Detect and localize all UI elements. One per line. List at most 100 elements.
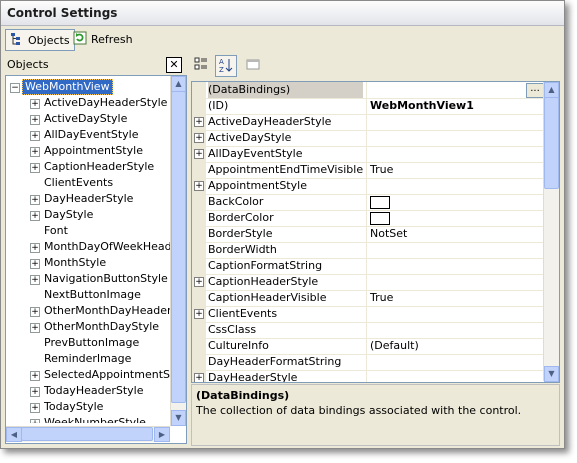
expand-icon[interactable]: + [194, 149, 204, 159]
tree-item[interactable]: + MonthStyle [6, 255, 170, 271]
expand-icon[interactable]: + [194, 309, 204, 319]
property-row[interactable]: BorderColor [192, 210, 544, 227]
property-row[interactable]: CaptionHeaderVisible True [192, 290, 544, 307]
property-row[interactable]: + ActiveDayHeaderStyle [192, 114, 544, 131]
property-row[interactable]: CaptionFormatString [192, 258, 544, 275]
tree-item[interactable]: + AppointmentStyle [6, 143, 170, 159]
tree-item[interactable]: + ActiveDayStyle [6, 111, 170, 127]
property-row[interactable]: + CaptionHeaderStyle [192, 274, 544, 291]
tree-vertical-scrollbar[interactable]: ▲ ▼ [170, 76, 186, 426]
tree-item[interactable]: + AllDayEventStyle [6, 127, 170, 143]
grid-scroll-thumb[interactable] [544, 97, 559, 189]
property-value[interactable]: True [370, 290, 393, 306]
expand-icon[interactable]: + [30, 211, 40, 221]
grid-scroll-up-icon[interactable]: ▲ [544, 82, 559, 98]
property-row[interactable]: CssClass [192, 322, 544, 339]
tree-item-label: MonthStyle [44, 256, 107, 269]
color-swatch[interactable] [370, 196, 390, 209]
tree-item[interactable]: + OtherMonthDayHeaderSty [6, 303, 170, 319]
property-grid[interactable]: (DataBindings)... (ID) WebMonthView1 + Activ… [191, 81, 560, 383]
color-swatch[interactable] [370, 212, 390, 225]
property-row[interactable]: + DayHeaderStyle [192, 370, 544, 382]
tree-item[interactable]: + ActiveDayHeaderStyle [6, 95, 170, 111]
objects-button[interactable]: Objects [5, 29, 75, 51]
tree-item[interactable]: + TodayStyle [6, 399, 170, 415]
expand-icon[interactable]: + [30, 259, 40, 269]
tree-item[interactable]: + CaptionHeaderStyle [6, 159, 170, 175]
expand-icon[interactable]: + [30, 195, 40, 205]
tree-item[interactable]: + NavigationButtonStyle [6, 271, 170, 287]
refresh-button[interactable]: Refresh [69, 29, 137, 49]
expand-icon[interactable]: + [30, 99, 40, 109]
expand-icon[interactable]: + [30, 371, 40, 381]
tree-item[interactable]: PrevButtonImage [6, 335, 170, 351]
collapse-icon[interactable]: − [10, 83, 20, 93]
property-row[interactable]: AppointmentEndTimeVisible True [192, 162, 544, 179]
expand-icon[interactable]: + [194, 133, 204, 143]
expand-icon[interactable]: + [30, 403, 40, 413]
svg-text:A: A [219, 58, 224, 66]
property-row[interactable]: DayHeaderFormatString [192, 354, 544, 371]
property-row[interactable]: CultureInfo (Default) [192, 338, 544, 355]
property-row[interactable]: + ActiveDayStyle [192, 130, 544, 147]
expand-icon[interactable]: + [30, 323, 40, 333]
categorized-button[interactable] [191, 55, 211, 75]
property-value[interactable]: NotSet [370, 226, 407, 242]
tree-item[interactable]: + DayStyle [6, 207, 170, 223]
expand-icon[interactable]: + [30, 147, 40, 157]
scroll-up-icon[interactable]: ▲ [171, 76, 186, 92]
column-separator [366, 146, 367, 162]
expand-icon[interactable]: + [30, 115, 40, 125]
tree-root-node[interactable]: − WebMonthView [6, 79, 170, 95]
grid-scroll-down-icon[interactable]: ▼ [544, 366, 559, 382]
close-icon[interactable]: ✕ [166, 57, 182, 73]
tree-horizontal-scrollbar[interactable]: ◀ ▶ [6, 426, 170, 442]
tree-item[interactable]: NextButtonImage [6, 287, 170, 303]
expand-icon[interactable]: + [194, 277, 204, 287]
property-row[interactable]: BorderStyle NotSet [192, 226, 544, 243]
tree-root-label: WebMonthView [22, 79, 113, 95]
expand-icon[interactable]: + [194, 181, 204, 191]
scroll-left-icon[interactable]: ◀ [6, 427, 22, 442]
expand-icon[interactable]: + [30, 387, 40, 397]
tree-item[interactable]: + MonthDayOfWeekHeader [6, 239, 170, 255]
tree-item[interactable]: + DayHeaderStyle [6, 191, 170, 207]
expand-icon[interactable]: + [30, 419, 40, 423]
tree-item[interactable]: + SelectedAppointmentStyle [6, 367, 170, 383]
scroll-thumb[interactable] [171, 91, 186, 403]
expand-icon[interactable]: + [30, 131, 40, 141]
ellipsis-button[interactable]: ... [526, 83, 544, 98]
tree-item[interactable]: Font [6, 223, 170, 239]
tree-item[interactable]: + TodayHeaderStyle [6, 383, 170, 399]
expand-icon[interactable]: + [30, 307, 40, 317]
row-gutter: + [192, 146, 206, 162]
property-value[interactable]: WebMonthView1 [370, 98, 474, 114]
expand-icon[interactable]: + [30, 243, 40, 253]
h-scroll-thumb[interactable] [21, 427, 153, 441]
tree-item-label: AppointmentStyle [44, 144, 143, 157]
expand-icon[interactable]: + [194, 117, 204, 127]
property-row[interactable]: BorderWidth [192, 242, 544, 259]
property-value[interactable]: (Default) [370, 338, 419, 354]
property-value[interactable]: True [370, 162, 393, 178]
property-row[interactable]: + AppointmentStyle [192, 178, 544, 195]
scroll-down-icon[interactable]: ▼ [171, 410, 186, 426]
property-row[interactable]: (ID) WebMonthView1 [192, 98, 544, 115]
objects-tree[interactable]: − WebMonthView + ActiveDayHeaderStyle + Act… [5, 75, 187, 444]
grid-vertical-scrollbar[interactable]: ▲ ▼ [543, 82, 559, 382]
alphabetical-button[interactable]: A Z [215, 55, 237, 77]
tree-item[interactable]: + OtherMonthDayStyle [6, 319, 170, 335]
tree-item[interactable]: ClientEvents [6, 175, 170, 191]
property-row[interactable]: (DataBindings)... [192, 82, 544, 99]
property-row[interactable]: BackColor [192, 194, 544, 211]
property-pages-button[interactable] [243, 55, 263, 75]
property-row[interactable]: + ClientEvents [192, 306, 544, 323]
property-row[interactable]: + AllDayEventStyle [192, 146, 544, 163]
expand-icon[interactable]: + [194, 373, 204, 382]
expand-icon[interactable]: + [30, 163, 40, 173]
tree-item[interactable]: ReminderImage [6, 351, 170, 367]
expand-icon[interactable]: + [30, 275, 40, 285]
row-gutter [192, 338, 206, 354]
tree-item[interactable]: + WeekNumberStyle [6, 415, 170, 423]
scroll-right-icon[interactable]: ▶ [154, 427, 170, 442]
